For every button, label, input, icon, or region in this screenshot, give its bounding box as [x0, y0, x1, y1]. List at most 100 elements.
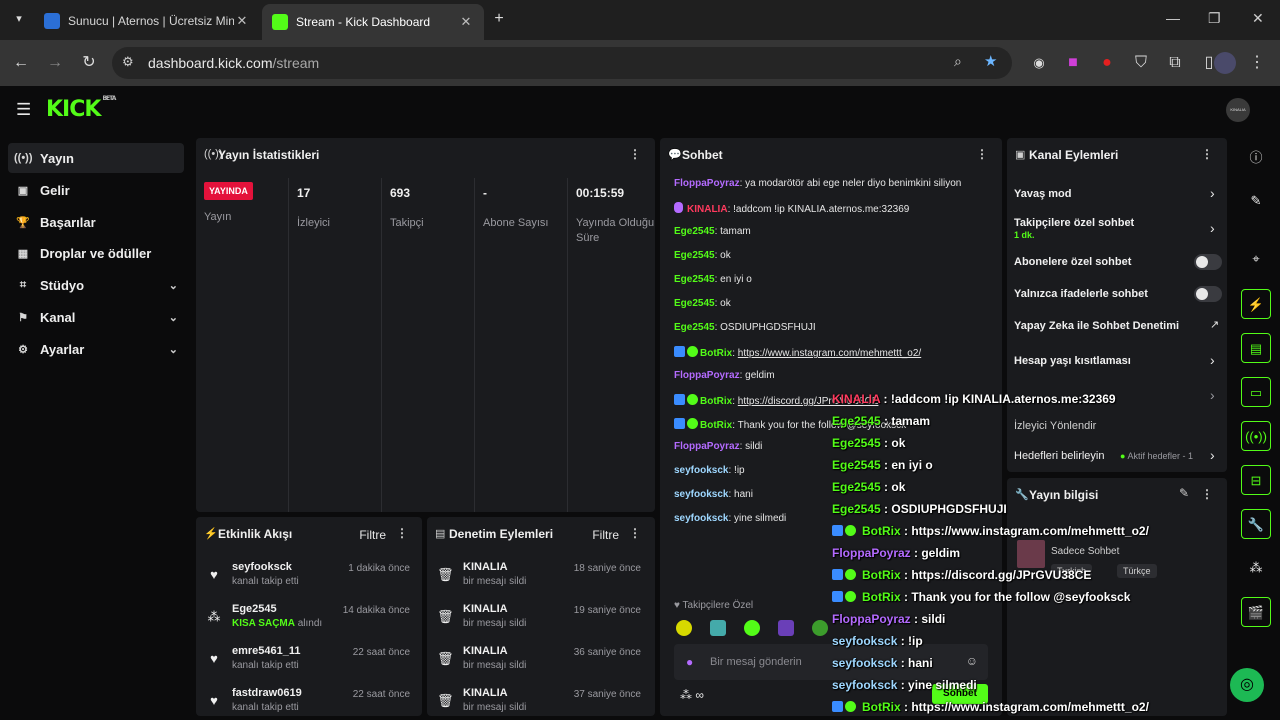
chat-username[interactable]: FloppaPoyraz: [674, 441, 740, 452]
slow-mode-setting[interactable]: Yavaş mod: [1014, 188, 1071, 200]
more-options-icon[interactable]: ⋮: [629, 147, 641, 161]
set-targets-setting[interactable]: Hedefleri belirleyin: [1014, 450, 1105, 462]
capture-icon[interactable]: ⌖: [1241, 244, 1271, 274]
chat-username[interactable]: seyfooksck: [674, 465, 728, 476]
emoji-icon[interactable]: ☺: [966, 654, 978, 668]
minimize-icon[interactable]: —: [1166, 10, 1180, 26]
edit-pencil-icon[interactable]: ✎: [1241, 186, 1271, 216]
chat-username[interactable]: KINALIA: [687, 204, 728, 215]
close-window-icon[interactable]: ✕: [1252, 10, 1264, 27]
chat-username[interactable]: FloppaPoyraz: [674, 178, 740, 189]
microphone-icon[interactable]: ●: [686, 655, 693, 669]
document-icon[interactable]: ▤: [1241, 333, 1271, 363]
chevron-right-icon[interactable]: ›: [1210, 447, 1215, 463]
bot-badge-icon: [832, 525, 843, 536]
site-info-icon[interactable]: ⚙: [122, 54, 134, 70]
sidebar-item-studyo[interactable]: ⌗ Stüdyo ⌄: [8, 270, 184, 300]
live-badge: YAYINDA: [204, 182, 253, 200]
chat-bubble-icon[interactable]: ▭: [1241, 377, 1271, 407]
chat-username[interactable]: Ege2545: [674, 322, 715, 333]
chat-link[interactable]: https://www.instagram.com/mehmettt_o2/: [738, 348, 921, 359]
emote-icon[interactable]: [710, 620, 726, 636]
more-options-icon[interactable]: ⋮: [976, 147, 988, 161]
address-bar[interactable]: ⚙ dashboard.kick.com/stream ⌕ ★: [112, 47, 1012, 79]
tab-aternos[interactable]: Sunucu | Aternos | Ücretsiz Min ✕: [34, 6, 260, 36]
more-options-icon[interactable]: ⋮: [396, 526, 408, 540]
chevron-right-icon[interactable]: ›: [1210, 352, 1215, 368]
chevron-right-icon[interactable]: ›: [1210, 185, 1215, 201]
chat-username[interactable]: Ege2545: [674, 298, 715, 309]
more-options-icon[interactable]: ⋮: [1201, 487, 1213, 501]
edit-pencil-icon[interactable]: ✎: [1179, 486, 1189, 500]
filter-button[interactable]: Filtre: [359, 528, 386, 542]
info-icon[interactable]: ⓘ: [1241, 143, 1271, 173]
channel-avatar[interactable]: KINALIA: [1226, 98, 1250, 122]
wrench-icon[interactable]: 🔧: [1241, 509, 1271, 539]
emote-icon[interactable]: [744, 620, 760, 636]
extension-shield-icon[interactable]: ●: [1096, 52, 1118, 74]
chat-username[interactable]: FloppaPoyraz: [674, 370, 740, 381]
extension-icon[interactable]: ■: [1062, 52, 1084, 74]
close-tab-icon[interactable]: ✕: [458, 14, 474, 30]
sidebar-item-droplar[interactable]: ▦ Droplar ve ödüller: [8, 238, 184, 268]
external-link-icon[interactable]: ↗: [1210, 318, 1219, 331]
tab-title: Stream - Kick Dashboard: [296, 15, 431, 29]
chevron-right-icon[interactable]: ›: [1210, 220, 1215, 236]
more-options-icon[interactable]: ⋮: [1201, 147, 1213, 161]
moderation-row: 🗑 KINALIA bir mesajı sildi 18 saniye önc…: [427, 557, 647, 599]
zoom-icon[interactable]: ⌕: [954, 53, 962, 70]
sidebar-item-basarilar[interactable]: 🏆 Başarılar: [8, 207, 184, 237]
privacy-shield-icon[interactable]: ⛉: [1130, 52, 1152, 74]
maximize-icon[interactable]: ❐: [1208, 10, 1221, 27]
reload-icon[interactable]: ↻: [78, 52, 100, 74]
emote-icon[interactable]: [676, 620, 692, 636]
chat-username[interactable]: Ege2545: [674, 226, 715, 237]
menu-dots-icon[interactable]: ⋮: [1246, 52, 1268, 74]
account-age-setting[interactable]: Hesap yaşı kısıtlaması: [1014, 355, 1131, 367]
ai-moderation-setting[interactable]: Yapay Zeka ile Sohbet Denetimi: [1014, 320, 1179, 332]
close-tab-icon[interactable]: ✕: [234, 13, 250, 29]
chevron-right-icon[interactable]: ›: [1210, 387, 1215, 403]
kick-logo[interactable]: KICK BETA: [46, 95, 116, 122]
emotes-chat-toggle[interactable]: [1194, 286, 1222, 302]
hamburger-menu-icon[interactable]: ☰: [16, 100, 31, 120]
broadcast-icon[interactable]: ((•)): [1241, 421, 1271, 451]
more-options-icon[interactable]: ⋮: [629, 526, 641, 540]
sidebar-item-gelir[interactable]: ▣ Gelir: [8, 175, 184, 205]
chat-username[interactable]: seyfooksck: [674, 513, 728, 524]
chat-settings-icon[interactable]: ⁂ ∞: [680, 688, 704, 702]
clapper-icon[interactable]: 🎬: [1241, 597, 1271, 627]
chat-username[interactable]: seyfooksck: [674, 489, 728, 500]
back-icon[interactable]: ←: [10, 52, 32, 74]
layout-icon[interactable]: ⊟: [1241, 465, 1271, 495]
chat-username[interactable]: BotRix: [700, 396, 732, 407]
tab-kick-dashboard[interactable]: Stream - Kick Dashboard ✕: [262, 4, 484, 40]
new-tab-icon[interactable]: +: [488, 8, 510, 30]
chat-username[interactable]: BotRix: [700, 348, 732, 359]
grid-dots-icon[interactable]: ⁂: [1241, 553, 1271, 583]
subscribers-chat-toggle[interactable]: [1194, 254, 1222, 270]
emote-icon[interactable]: [812, 620, 828, 636]
extensions-puzzle-icon[interactable]: ⧉: [1164, 52, 1186, 74]
chat-username[interactable]: BotRix: [700, 420, 732, 431]
tab-search-icon[interactable]: ▾: [8, 8, 30, 30]
followers-chat-setting[interactable]: Takipçilere özel sohbet: [1014, 217, 1134, 229]
sidebar-item-label: Ayarlar: [40, 341, 85, 357]
viewer-redirect-setting[interactable]: İzleyici Yönlendir: [1014, 420, 1096, 432]
extension-cookie-icon[interactable]: ◉: [1028, 52, 1050, 74]
bookmark-star-icon[interactable]: ★: [984, 52, 997, 70]
chat-username[interactable]: Ege2545: [674, 274, 715, 285]
chat-username[interactable]: Ege2545: [674, 250, 715, 261]
filter-button[interactable]: Filtre: [592, 528, 619, 542]
chat-input[interactable]: ● Bir mesaj gönderin ☺: [674, 644, 988, 680]
forward-icon[interactable]: →: [44, 52, 66, 74]
lightning-icon[interactable]: ⚡: [1241, 289, 1271, 319]
sidebar-item-kanal[interactable]: ⚑ Kanal ⌄: [8, 302, 184, 332]
moderator-name: KINALIA: [463, 603, 508, 615]
sidebar-item-ayarlar[interactable]: ⚙ Ayarlar ⌄: [8, 334, 184, 364]
support-chat-icon[interactable]: ◎: [1230, 668, 1264, 702]
emote-icon[interactable]: [778, 620, 794, 636]
profile-avatar-icon[interactable]: [1214, 52, 1236, 74]
sidebar-item-yayin[interactable]: ((•)) Yayın: [8, 143, 184, 173]
overlay-username: seyfooksck: [832, 634, 898, 648]
